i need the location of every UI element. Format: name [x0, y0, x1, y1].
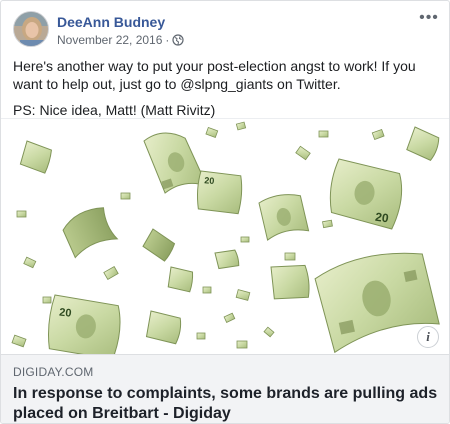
link-domain: DIGIDAY.COM: [13, 365, 94, 379]
globe-icon[interactable]: [172, 34, 185, 46]
dollar-bill-small-5: [167, 266, 194, 293]
link-headline[interactable]: In response to complaints, some brands a…: [13, 384, 439, 423]
post-timestamp[interactable]: November 22, 2016: [57, 33, 162, 47]
dollar-bill-medium-2: [258, 194, 310, 241]
post-header: DeeAnn Budney November 22, 2016 · •••: [13, 10, 439, 51]
dollar-bill-small-4: [214, 249, 240, 270]
post-text-paragraph-ps: PS: Nice idea, Matt! (Matt Rivitz): [13, 102, 216, 118]
svg-text:20: 20: [59, 307, 72, 320]
post-text-paragraph: Here's another way to put your post-elec…: [13, 58, 416, 92]
meta-separator: ·: [165, 33, 170, 47]
facebook-post-card: DeeAnn Budney November 22, 2016 · ••• He…: [0, 0, 450, 424]
avatar-photo: [14, 12, 48, 46]
link-preview-image[interactable]: 20 20 20 i: [1, 118, 449, 354]
post-meta: November 22, 2016 ·: [57, 33, 185, 47]
author-name[interactable]: DeeAnn Budney: [57, 14, 165, 30]
avatar[interactable]: [13, 11, 49, 47]
svg-text:20: 20: [374, 210, 389, 226]
falling-dollar-bills-image: 20 20 20: [11, 121, 440, 354]
dollar-bill-medium-1: 20: [197, 170, 243, 215]
svg-text:20: 20: [204, 175, 215, 186]
dollar-bill-medium-4: [270, 264, 310, 300]
link-preview-caption[interactable]: DIGIDAY.COM In response to complaints, s…: [1, 354, 449, 423]
dollar-bill-small-1: [19, 140, 52, 174]
dollar-bill-medium-5: [145, 310, 182, 345]
post-body: Here's another way to put your post-elec…: [13, 57, 439, 127]
dollar-bill-medium-3: [62, 207, 119, 259]
info-button[interactable]: i: [417, 326, 439, 348]
dollar-bill-small-2: [406, 126, 440, 161]
dollar-bill-large-2: 20: [329, 158, 403, 230]
dollar-bill-large-4: 20: [47, 294, 121, 354]
more-options-icon[interactable]: •••: [419, 10, 439, 26]
dollar-bill-small-3: [142, 228, 176, 262]
